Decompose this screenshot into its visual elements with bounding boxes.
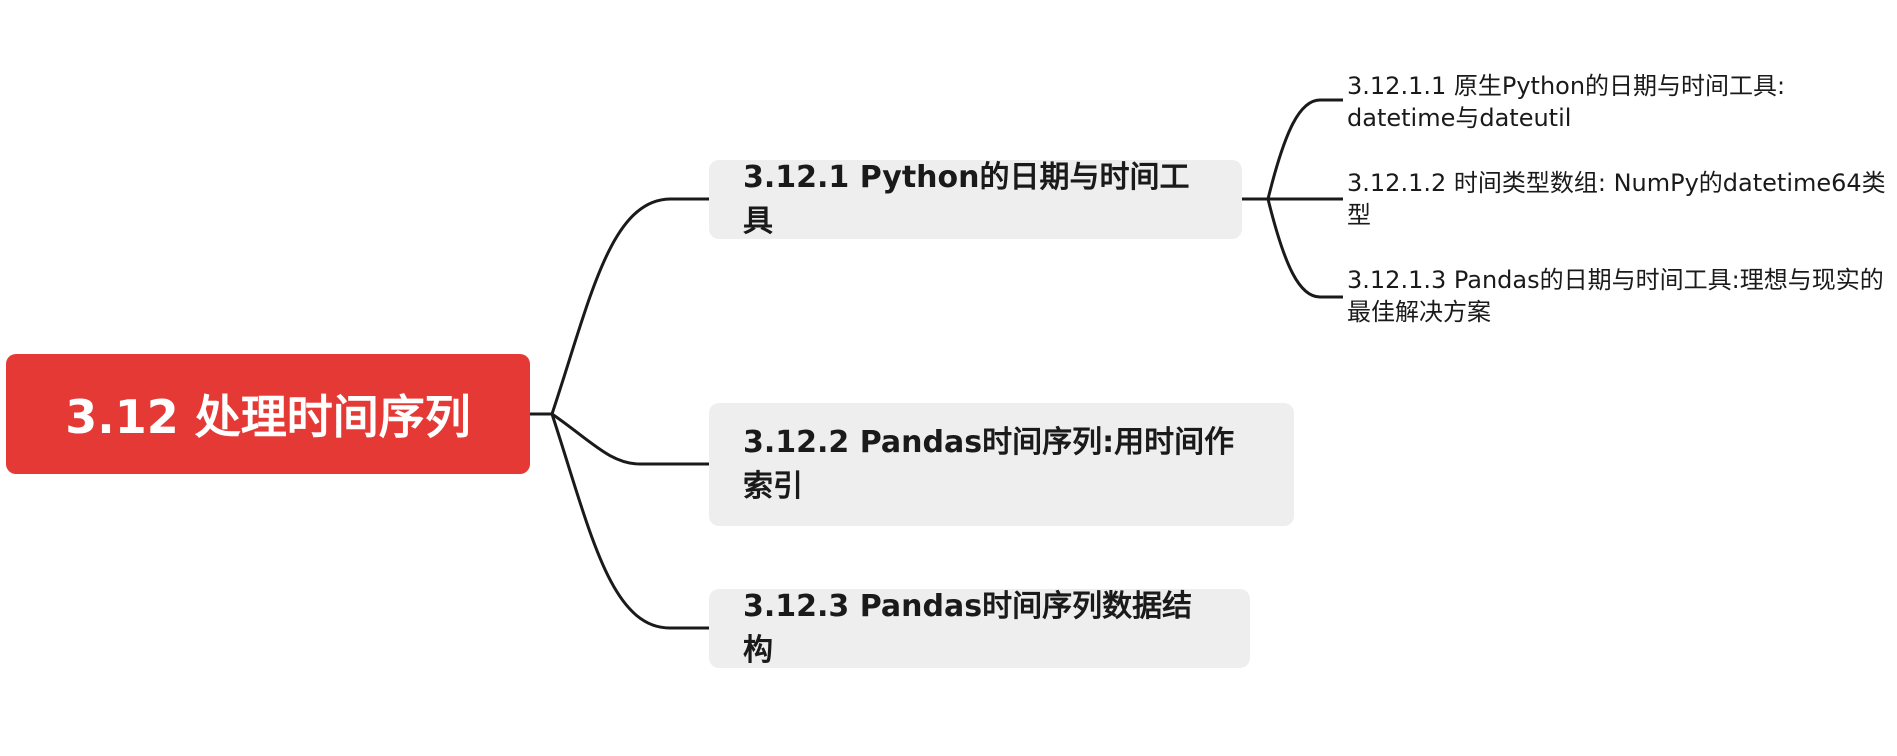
subtopic-node-pandas-datetime-tools[interactable]: 3.12.1.3 Pandas的日期与时间工具:理想与现实的最佳解决方案 bbox=[1347, 264, 1887, 328]
subtopic-node-numpy-datetime64[interactable]: 3.12.1.2 时间类型数组: NumPy的datetime64类型 bbox=[1347, 167, 1887, 231]
subtopic-node-label: 3.12.1.2 时间类型数组: NumPy的datetime64类型 bbox=[1347, 169, 1886, 229]
topic-node-label: 3.12.3 Pandas时间序列数据结构 bbox=[743, 588, 1193, 668]
subtopic-node-label: 3.12.1.1 原生Python的日期与时间工具: datetime与date… bbox=[1347, 72, 1786, 132]
topic-node-label: 3.12.1 Python的日期与时间工具 bbox=[743, 159, 1190, 239]
topic-node-label: 3.12.2 Pandas时间序列:用时间作索引 bbox=[743, 424, 1235, 504]
subtopic-node-native-datetime[interactable]: 3.12.1.1 原生Python的日期与时间工具: datetime与date… bbox=[1347, 70, 1887, 134]
connector-subtopic-3 bbox=[1266, 198, 1343, 299]
root-node-label: 3.12 处理时间序列 bbox=[65, 390, 471, 444]
topic-node-pandas-data-structures[interactable]: 3.12.3 Pandas时间序列数据结构 bbox=[709, 589, 1250, 668]
root-node[interactable]: 3.12 处理时间序列 bbox=[6, 354, 530, 474]
connector-topic-1 bbox=[550, 197, 709, 415]
connector-topic-3 bbox=[550, 413, 709, 630]
subtopic-node-label: 3.12.1.3 Pandas的日期与时间工具:理想与现实的最佳解决方案 bbox=[1347, 266, 1884, 326]
connector-topic-2 bbox=[551, 412, 709, 466]
connector-subtopic-1 bbox=[1266, 98, 1343, 200]
topic-node-pandas-time-index[interactable]: 3.12.2 Pandas时间序列:用时间作索引 bbox=[709, 403, 1294, 526]
topic-node-python-datetime[interactable]: 3.12.1 Python的日期与时间工具 bbox=[709, 160, 1242, 239]
